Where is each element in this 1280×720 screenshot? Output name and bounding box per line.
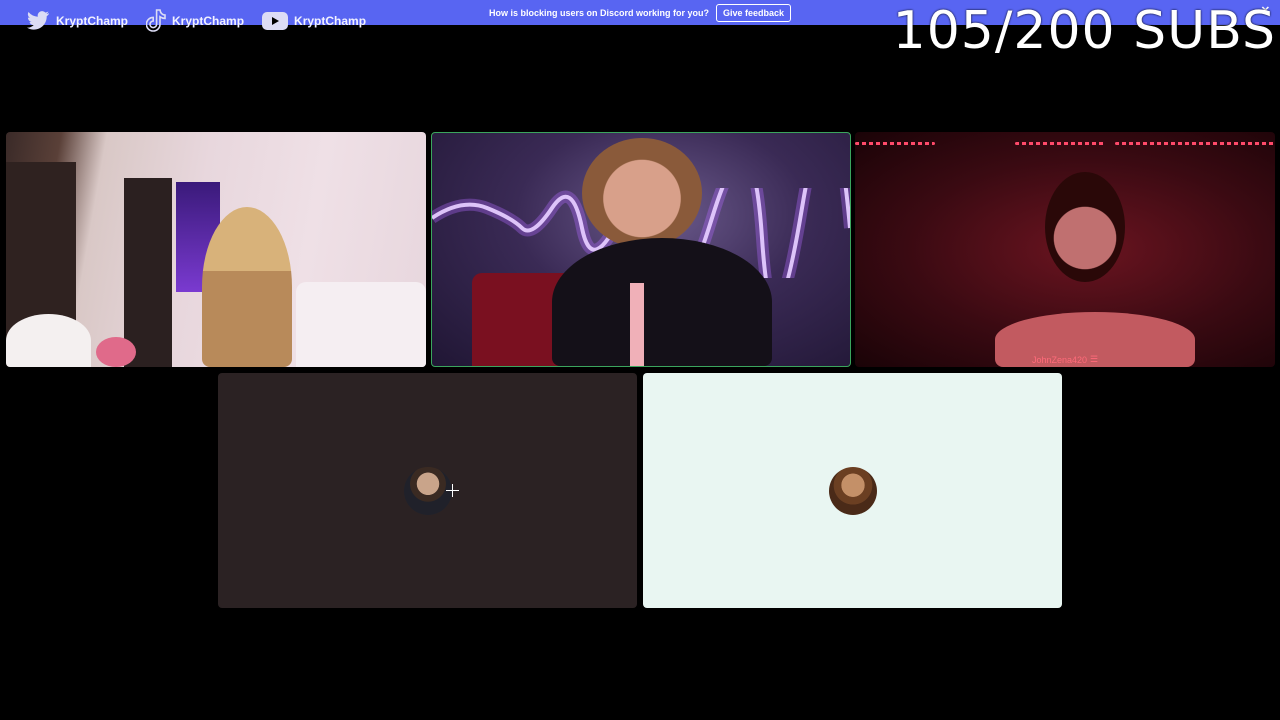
youtube-handle: KryptChamp (294, 14, 367, 28)
subs-counter: 105/200 SUBS (892, 1, 1276, 61)
participant-avatar-2 (828, 466, 877, 515)
notice-text: How is blocking users on Discord working… (488, 7, 709, 18)
twitter-handle: KryptChamp (56, 14, 129, 28)
social-overlay: KryptChamp KryptChamp KryptChamp (26, 9, 366, 33)
social-tiktok: KryptChamp (146, 9, 244, 33)
cursor-crosshair-icon (446, 484, 459, 497)
tiktok-handle: KryptChamp (172, 14, 245, 28)
participant-name: JohnZena420 ☰ (1032, 354, 1098, 365)
menu-icon: ☰ (1090, 354, 1099, 364)
participant-avatar-1 (403, 466, 452, 515)
participant-name-text: JohnZena420 (1032, 354, 1088, 365)
video-tile-3[interactable]: JohnZena420 ☰ (855, 132, 1275, 367)
video-tile-1[interactable] (6, 132, 426, 367)
social-twitter: KryptChamp (26, 11, 128, 31)
social-youtube: KryptChamp (262, 12, 366, 30)
avatar-tile-2[interactable] (643, 373, 1062, 608)
give-feedback-button[interactable]: Give feedback (716, 3, 792, 22)
twitter-icon (27, 11, 49, 30)
tiktok-icon (146, 9, 166, 32)
video-tile-2[interactable] (431, 132, 851, 367)
youtube-icon (262, 12, 289, 30)
avatar-tile-1[interactable] (218, 373, 637, 608)
